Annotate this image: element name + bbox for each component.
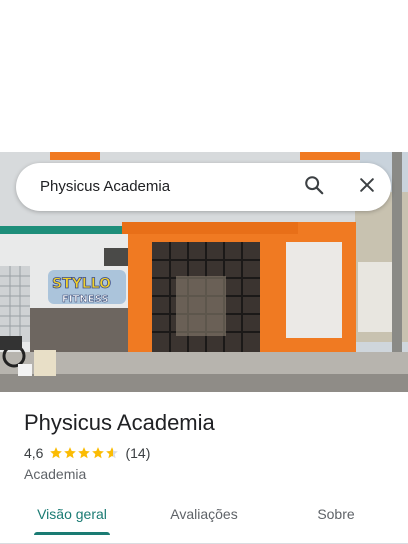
close-button[interactable]: [353, 173, 381, 201]
star-icon: [78, 447, 91, 459]
rating-row[interactable]: 4,6 (14): [24, 444, 150, 462]
search-icon: [303, 174, 325, 201]
star-icon: [92, 447, 105, 459]
star-half-icon: [106, 447, 119, 459]
tab-reviews[interactable]: Avaliações: [154, 496, 254, 534]
review-count[interactable]: (14): [125, 445, 150, 461]
search-input[interactable]: Physicus Academia: [40, 163, 170, 211]
active-tab-indicator: [34, 532, 110, 535]
star-icon: [50, 447, 63, 459]
tab-overview[interactable]: Visão geral: [22, 496, 122, 534]
rating-stars: [49, 446, 119, 460]
star-icon: [64, 447, 77, 459]
tab-bar: Visão geral Avaliações Sobre: [0, 496, 408, 544]
photo-sign-text-2: FITNESS: [62, 294, 109, 305]
close-icon: [357, 175, 377, 200]
tab-about[interactable]: Sobre: [286, 496, 386, 534]
place-page: STYLLO FITNESS Physicus Academia Physicu…: [0, 0, 408, 544]
photo-sign-text-1: STYLLO: [52, 276, 111, 292]
search-bar[interactable]: Physicus Academia: [16, 163, 391, 211]
search-button[interactable]: [300, 173, 328, 201]
place-category[interactable]: Academia: [24, 465, 86, 483]
place-title: Physicus Academia: [24, 410, 215, 435]
rating-value: 4,6: [24, 445, 44, 461]
